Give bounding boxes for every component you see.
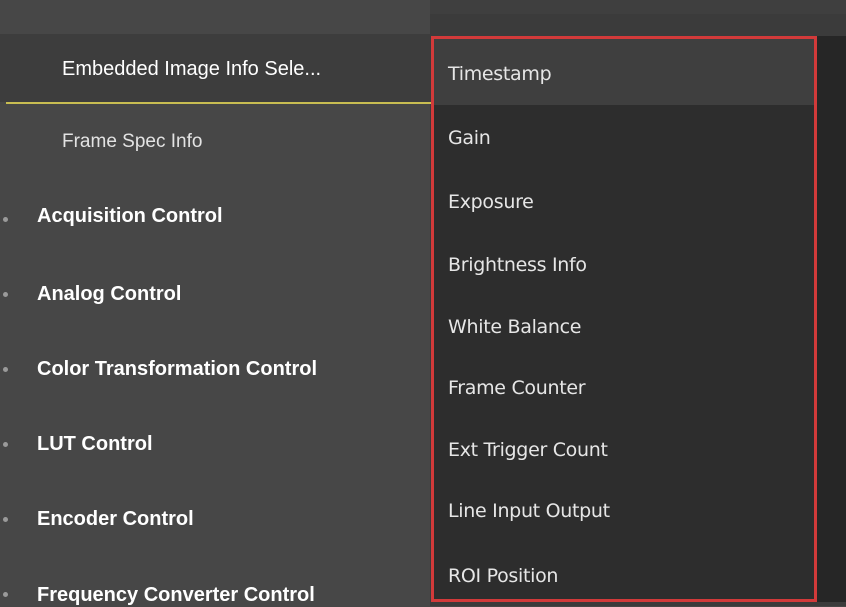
expand-bullet-icon[interactable] (3, 217, 8, 222)
option-frame-counter[interactable]: Frame Counter (448, 377, 586, 399)
option-gain[interactable]: Gain (448, 127, 491, 149)
tree-item-embedded-image-info-selector[interactable]: Embedded Image Info Sele... (62, 58, 321, 81)
embedded-info-dropdown-list[interactable]: Timestamp Gain Exposure Brightness Info … (431, 36, 817, 602)
category-lut-control[interactable]: LUT Control (37, 433, 153, 456)
category-color-transformation-control[interactable]: Color Transformation Control (37, 358, 317, 381)
category-acquisition-control[interactable]: Acquisition Control (37, 205, 223, 228)
expand-bullet-icon[interactable] (3, 442, 8, 447)
expand-bullet-icon[interactable] (3, 592, 8, 597)
option-exposure[interactable]: Exposure (448, 191, 534, 213)
header-strip (430, 0, 846, 14)
option-white-balance[interactable]: White Balance (448, 316, 581, 338)
category-encoder-control[interactable]: Encoder Control (37, 508, 194, 531)
expand-bullet-icon[interactable] (3, 517, 8, 522)
expand-bullet-icon[interactable] (3, 292, 8, 297)
option-roi-position[interactable]: ROI Position (448, 565, 558, 587)
tree-item-frame-spec-info[interactable]: Frame Spec Info (62, 131, 202, 153)
expand-bullet-icon[interactable] (3, 367, 8, 372)
category-analog-control[interactable]: Analog Control (37, 283, 181, 306)
option-ext-trigger-count[interactable]: Ext Trigger Count (448, 439, 608, 461)
option-timestamp[interactable]: Timestamp (448, 63, 552, 85)
option-brightness-info[interactable]: Brightness Info (448, 254, 587, 276)
option-line-input-output[interactable]: Line Input Output (448, 500, 610, 522)
dropdown-scroll-gutter[interactable] (817, 36, 846, 602)
category-frequency-converter-control[interactable]: Frequency Converter Control (37, 584, 315, 607)
